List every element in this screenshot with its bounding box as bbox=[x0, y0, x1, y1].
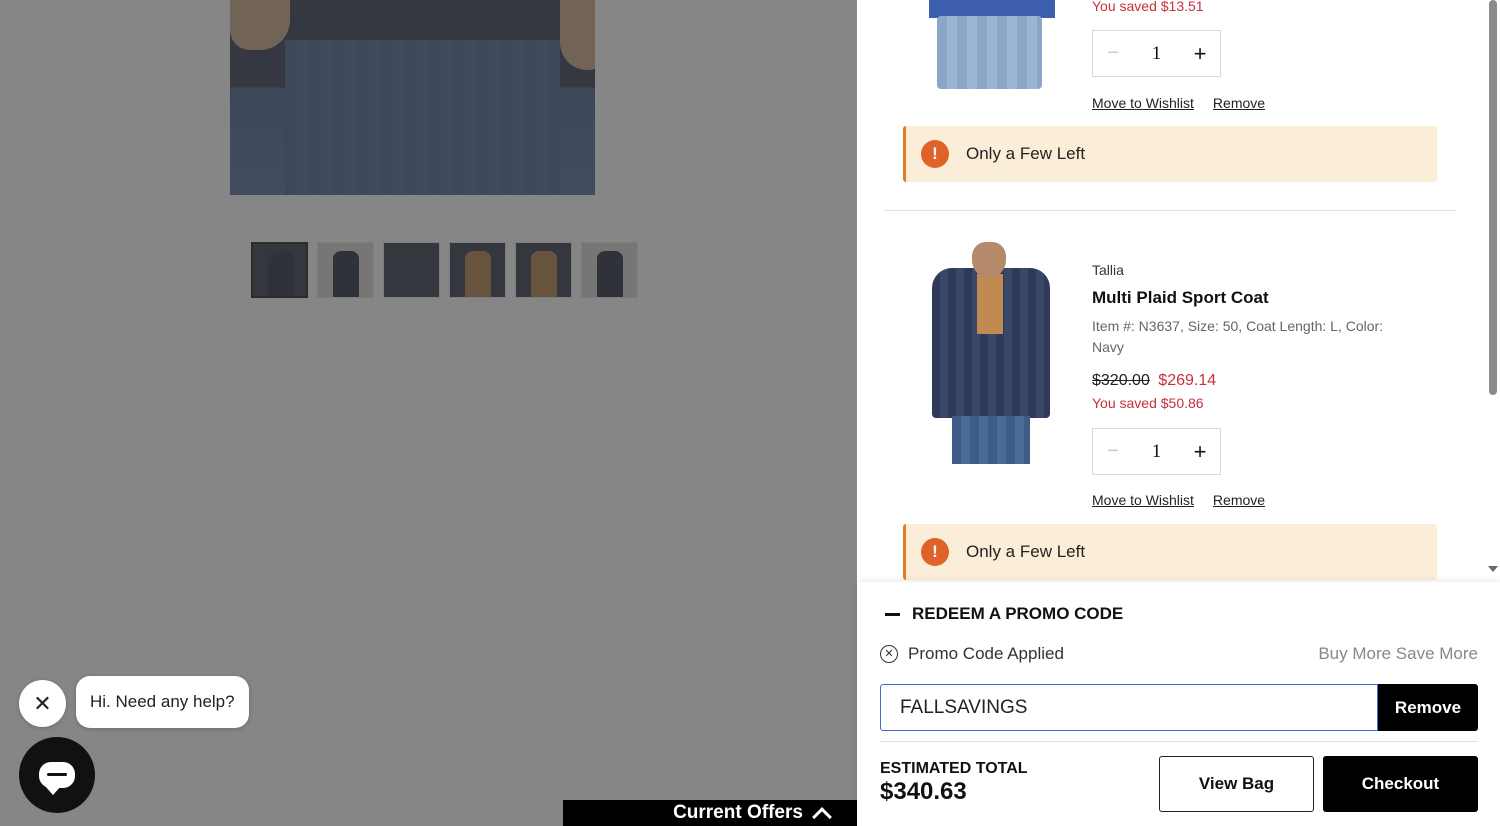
promo-applied-row: ✕ Promo Code Applied bbox=[880, 644, 1064, 664]
move-to-wishlist-link[interactable]: Move to Wishlist bbox=[1092, 492, 1194, 508]
cart-item-image[interactable] bbox=[922, 242, 1057, 464]
current-offers-label: Current Offers bbox=[673, 802, 803, 823]
remove-promo-button[interactable]: Remove bbox=[1378, 684, 1478, 731]
estimated-total-label: ESTIMATED TOTAL bbox=[880, 760, 1028, 777]
minus-icon bbox=[885, 612, 900, 616]
quantity-stepper: − 1 + bbox=[1092, 30, 1221, 77]
qty-decrease-button[interactable]: − bbox=[1103, 42, 1123, 65]
saved-amount: You saved $13.51 bbox=[1092, 0, 1204, 14]
summary-divider bbox=[880, 741, 1478, 742]
promo-toggle[interactable]: REDEEM A PROMO CODE bbox=[885, 604, 1123, 624]
cart-drawer: You saved $13.51 − 1 + Move to Wishlist … bbox=[857, 0, 1500, 826]
chevron-up-icon bbox=[812, 807, 832, 826]
qty-increase-button[interactable]: + bbox=[1190, 41, 1210, 67]
chat-greeting-text: Hi. Need any help? bbox=[90, 692, 235, 711]
chat-launcher-button[interactable] bbox=[19, 737, 95, 813]
qty-increase-button[interactable]: + bbox=[1190, 439, 1210, 465]
item-brand: Tallia bbox=[1092, 262, 1124, 278]
qty-value[interactable]: 1 bbox=[1152, 441, 1162, 463]
promo-applied-label: Promo Code Applied bbox=[908, 644, 1064, 663]
estimated-total-value: $340.63 bbox=[880, 778, 967, 805]
chat-bubble-icon bbox=[39, 762, 75, 795]
checkout-button[interactable]: Checkout bbox=[1323, 756, 1478, 812]
saved-amount: You saved $50.86 bbox=[1092, 395, 1204, 411]
item-details: Item #: N3637, Size: 50, Coat Length: L,… bbox=[1092, 318, 1384, 355]
item-price: $320.00 $269.14 bbox=[1092, 372, 1216, 390]
move-to-wishlist-link[interactable]: Move to Wishlist bbox=[1092, 95, 1194, 111]
item-actions: Move to Wishlist Remove bbox=[1092, 492, 1265, 508]
quantity-stepper: − 1 + bbox=[1092, 428, 1221, 475]
alert-text: Only a Few Left bbox=[966, 542, 1086, 561]
low-stock-alert: ! Only a Few Left bbox=[903, 524, 1437, 580]
circle-x-icon[interactable]: ✕ bbox=[880, 645, 898, 663]
chat-close-button[interactable]: ✕ bbox=[19, 680, 66, 727]
qty-value[interactable]: 1 bbox=[1152, 43, 1162, 65]
cart-summary-panel: REDEEM A PROMO CODE ✕ Promo Code Applied… bbox=[857, 582, 1500, 826]
low-stock-alert: ! Only a Few Left bbox=[903, 126, 1437, 182]
original-price: $320.00 bbox=[1092, 372, 1150, 389]
view-bag-button[interactable]: View Bag bbox=[1159, 756, 1314, 812]
promo-heading: REDEEM A PROMO CODE bbox=[912, 604, 1124, 623]
chat-greeting-bubble[interactable]: Hi. Need any help? bbox=[76, 676, 249, 728]
cart-items-list[interactable]: You saved $13.51 − 1 + Move to Wishlist … bbox=[857, 0, 1500, 582]
qty-decrease-button[interactable]: − bbox=[1103, 440, 1123, 463]
exclamation-icon: ! bbox=[921, 140, 949, 168]
remove-item-link[interactable]: Remove bbox=[1213, 492, 1265, 508]
alert-text: Only a Few Left bbox=[966, 144, 1086, 163]
item-divider bbox=[884, 210, 1456, 211]
exclamation-icon: ! bbox=[921, 538, 949, 566]
scrollbar-thumb[interactable] bbox=[1489, 0, 1497, 395]
cart-scrollbar[interactable] bbox=[1488, 0, 1498, 582]
promo-code-input[interactable] bbox=[880, 684, 1378, 731]
promo-name: Buy More Save More bbox=[1318, 644, 1478, 663]
remove-item-link[interactable]: Remove bbox=[1213, 95, 1265, 111]
item-actions: Move to Wishlist Remove bbox=[1092, 95, 1265, 111]
item-name[interactable]: Multi Plaid Sport Coat bbox=[1092, 288, 1269, 308]
sale-price: $269.14 bbox=[1158, 372, 1217, 389]
cart-item-image[interactable] bbox=[929, 0, 1055, 89]
close-icon: ✕ bbox=[33, 690, 52, 716]
scroll-down-arrow[interactable] bbox=[1488, 566, 1498, 572]
